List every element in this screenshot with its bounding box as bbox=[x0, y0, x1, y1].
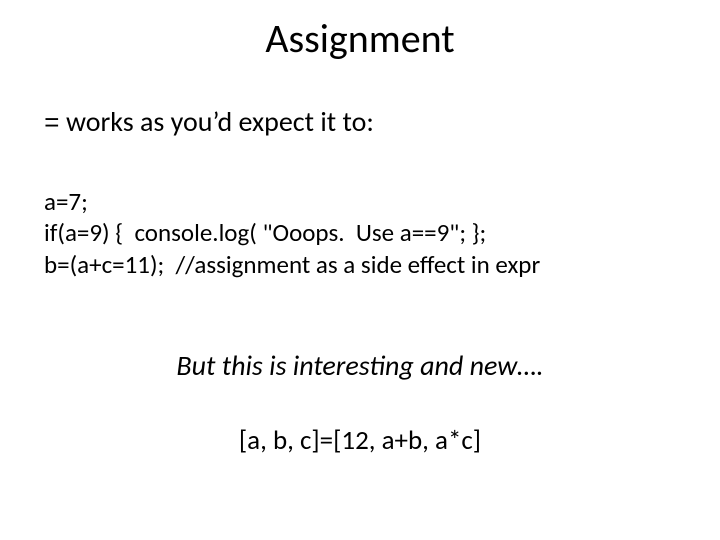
intro-text: works as you’d expect it to: bbox=[60, 104, 374, 139]
slide-title: Assignment bbox=[0, 14, 720, 63]
equals-symbol: = bbox=[44, 109, 60, 139]
destructuring-example: [a, b, c]=[12, a+b, a*c] bbox=[0, 424, 720, 457]
intro-line: = works as you’d expect it to: bbox=[44, 104, 374, 139]
code-line-1: a=7; bbox=[44, 186, 88, 217]
slide: Assignment = works as you’d expect it to… bbox=[0, 0, 720, 540]
code-line-3: b=(a+c=11); //assignment as a side effec… bbox=[44, 249, 540, 280]
emphasis-line: But this is interesting and new…. bbox=[0, 348, 720, 383]
code-line-2: if(a=9) { console.log( "Ooops. Use a==9"… bbox=[44, 217, 486, 248]
code-block: a=7; if(a=9) { console.log( "Ooops. Use … bbox=[44, 186, 540, 280]
